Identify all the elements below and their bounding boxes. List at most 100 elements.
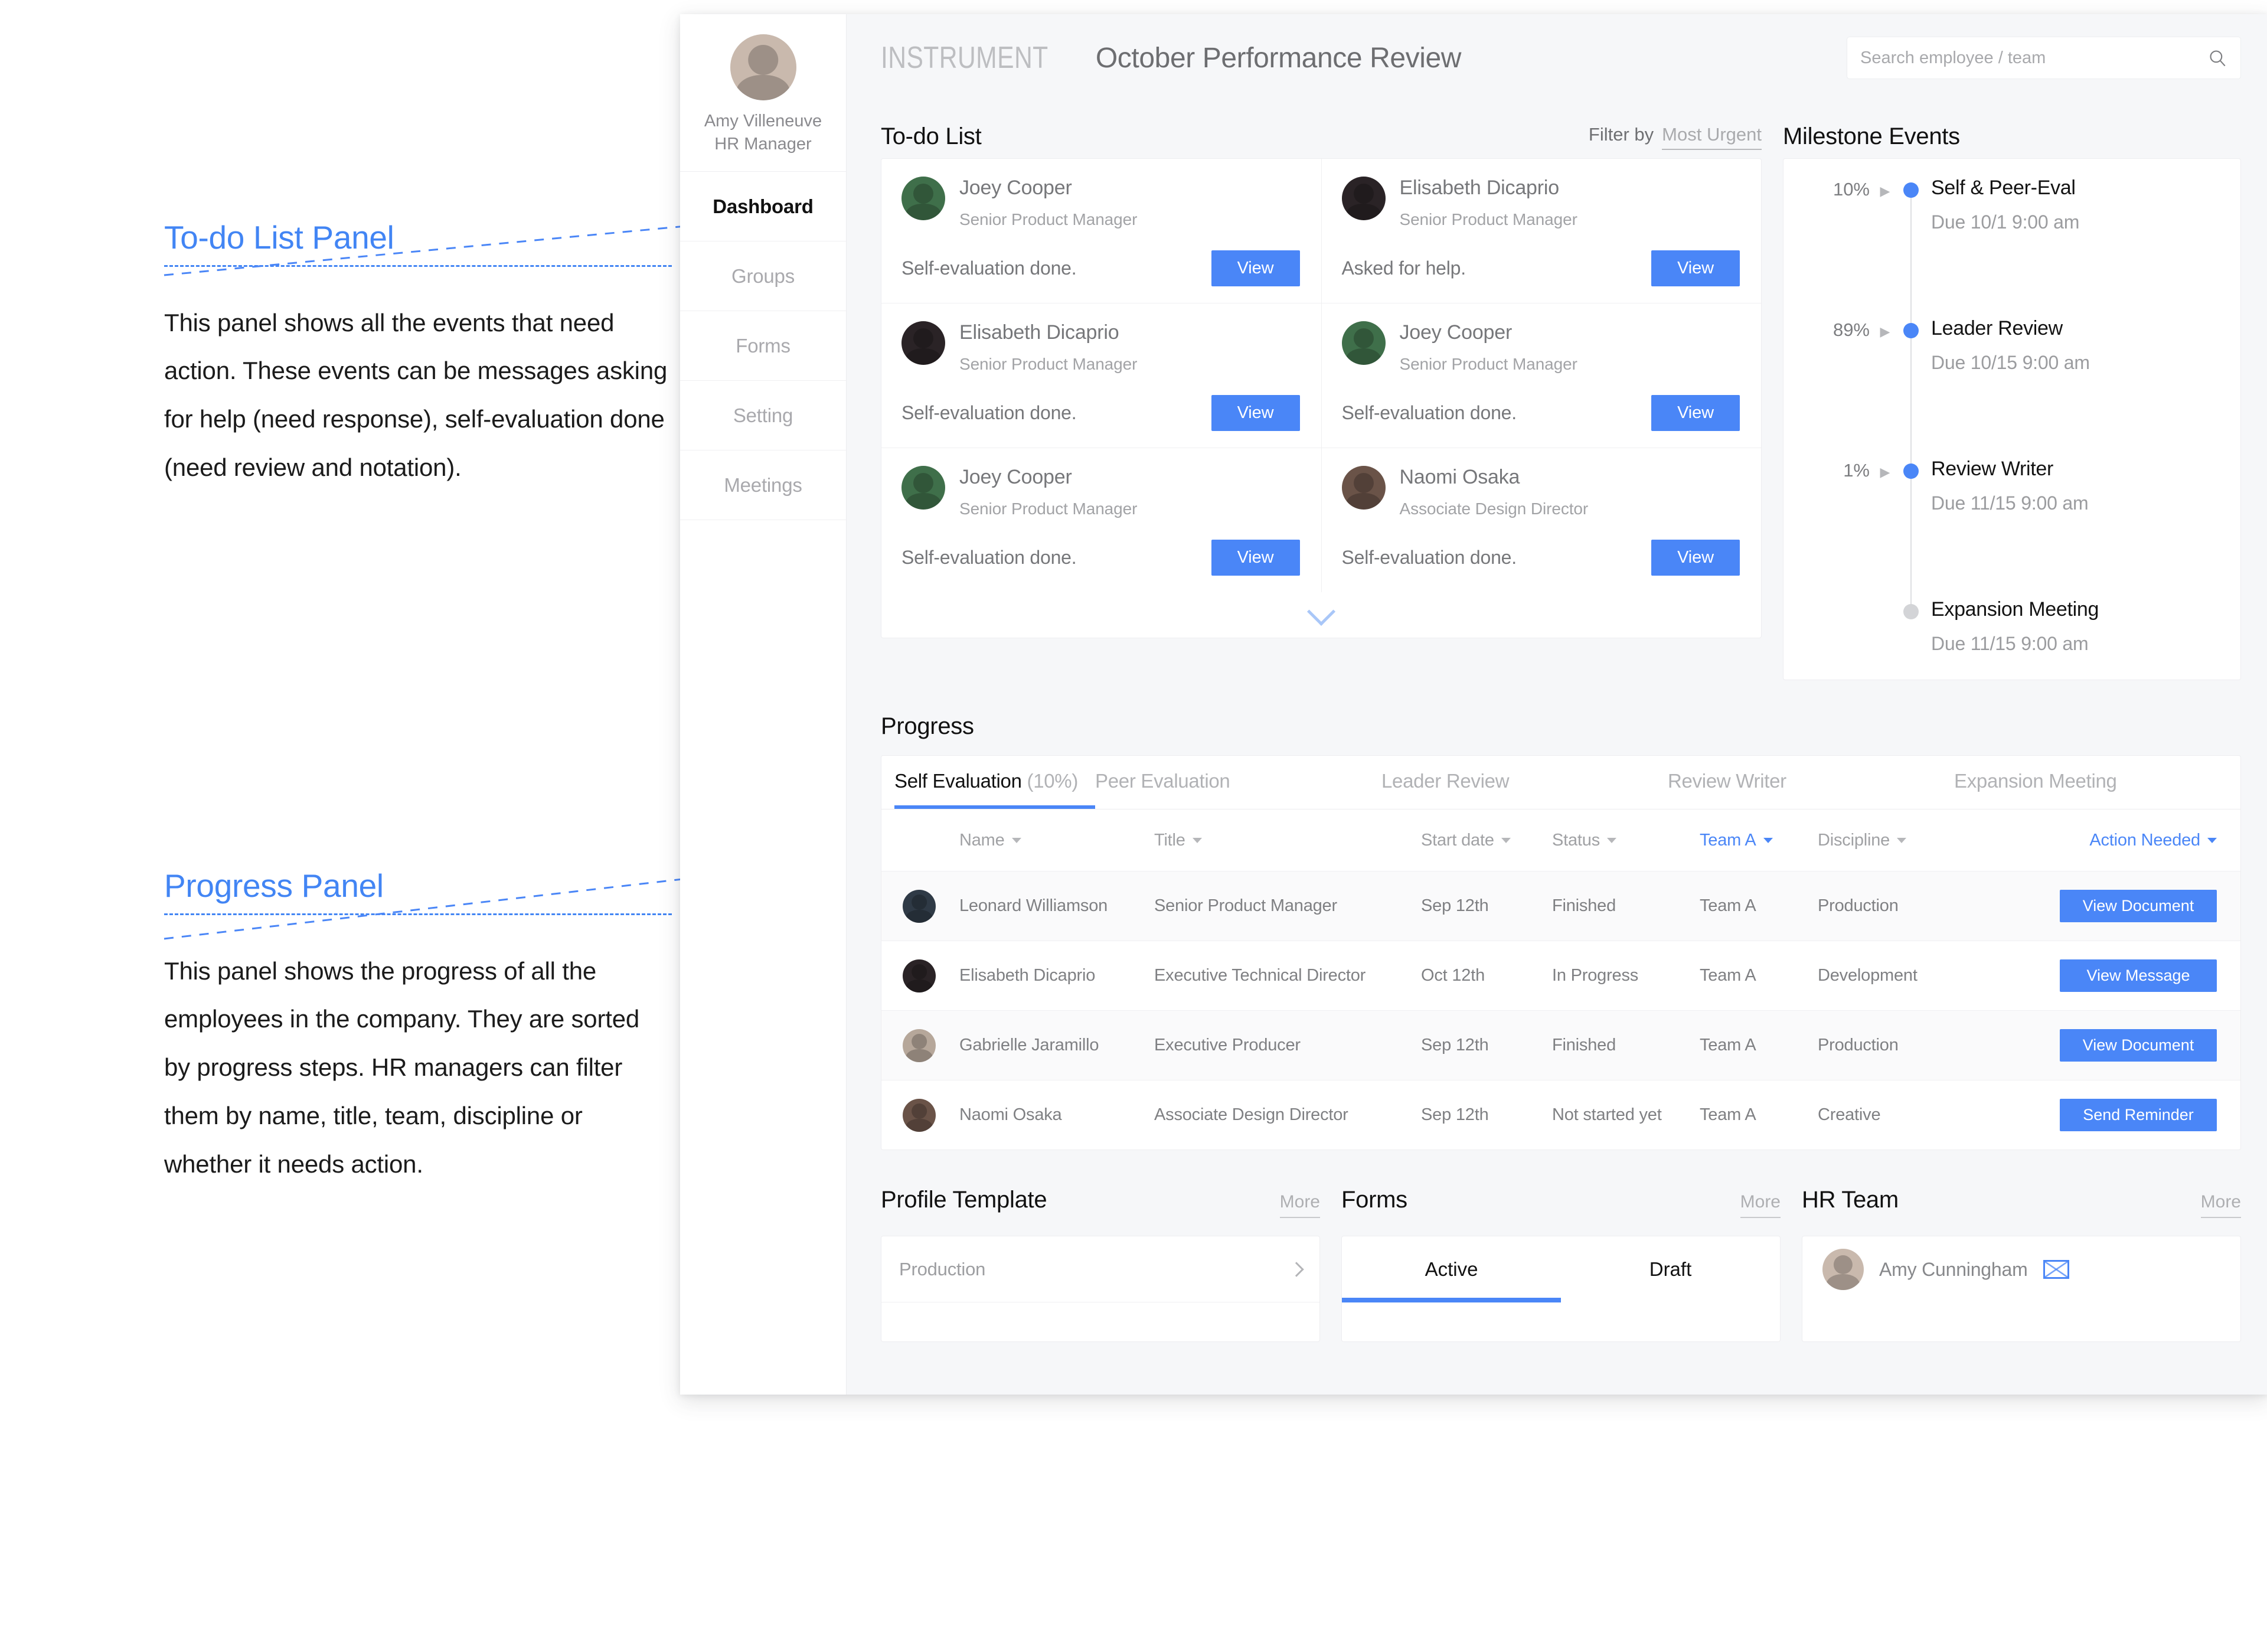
todo-filter[interactable]: Filter by Most Urgent <box>1589 124 1762 150</box>
column-header-status[interactable]: Status <box>1552 831 1700 850</box>
column-header-discipline[interactable]: Discipline <box>1818 831 1959 850</box>
cell-status: Not started yet <box>1552 1105 1662 1124</box>
sidebar-item-dashboard[interactable]: Dashboard <box>680 172 846 242</box>
todo-item[interactable]: Naomi Osaka Associate Design Director Se… <box>1322 448 1762 592</box>
cell-start-date: Oct 12th <box>1421 966 1485 985</box>
table-row[interactable]: Leonard Williamson Senior Product Manage… <box>881 871 2240 941</box>
more-link[interactable]: More <box>1279 1192 1320 1218</box>
search-icon[interactable] <box>2207 48 2227 68</box>
sidebar-item-label: Forms <box>736 334 790 357</box>
cell-start-date: Sep 12th <box>1421 1105 1489 1124</box>
tab-label: Expansion Meeting <box>1954 770 2117 792</box>
milestone-item[interactable]: Expansion Meeting Due 11/15 9:00 am <box>1800 598 2220 655</box>
envelope-icon[interactable] <box>2043 1260 2069 1279</box>
milestone-item[interactable]: 89% ▶ Leader Review Due 10/15 9:00 am <box>1800 317 2220 468</box>
profile-template-row[interactable]: Production <box>881 1236 1319 1302</box>
progress-tabs: Self Evaluation (10%) Peer Evaluation Le… <box>881 756 2240 809</box>
row-action-button[interactable]: Send Reminder <box>2060 1099 2217 1131</box>
tab-self-evaluation[interactable]: Self Evaluation (10%) <box>894 770 1095 809</box>
todo-item[interactable]: Joey Cooper Senior Product Manager Self-… <box>1321 303 1761 449</box>
view-button[interactable]: View <box>1211 250 1300 287</box>
avatar <box>901 321 945 365</box>
sidebar-profile[interactable]: Amy Villeneuve HR Manager <box>680 14 846 172</box>
annotation-title: Progress Panel <box>164 867 384 904</box>
tab-label: Review Writer <box>1668 770 1786 792</box>
todo-item[interactable]: Elisabeth Dicaprio Senior Product Manage… <box>881 303 1321 449</box>
search-input[interactable] <box>1860 48 2207 68</box>
column-label: Name <box>959 830 1005 850</box>
view-button[interactable]: View <box>1651 540 1740 576</box>
view-button[interactable]: View <box>1211 540 1300 576</box>
todo-item[interactable]: Joey Cooper Senior Product Manager Self-… <box>881 448 1321 592</box>
milestone-name: Self & Peer-Eval <box>1931 177 2076 199</box>
cell-title: Associate Design Director <box>1154 1105 1348 1124</box>
view-button[interactable]: View <box>1651 395 1740 432</box>
profile-template-label: Production <box>899 1258 986 1279</box>
play-arrow-icon: ▶ <box>1880 184 1890 198</box>
column-header-team[interactable]: Team A <box>1700 831 1818 850</box>
table-row[interactable]: Gabrielle Jaramillo Executive Producer S… <box>881 1010 2240 1080</box>
annotation-body: This panel shows the progress of all the… <box>164 956 640 1178</box>
avatar <box>901 177 945 220</box>
milestone-dot <box>1903 463 1919 479</box>
play-arrow-icon: ▶ <box>1880 465 1890 479</box>
sidebar-item-groups[interactable]: Groups <box>680 241 846 312</box>
cell-name: Naomi Osaka <box>959 1105 1062 1124</box>
more-link[interactable]: More <box>2200 1192 2241 1218</box>
cell-title: Senior Product Manager <box>1154 896 1337 915</box>
todo-person-role: Associate Design Director <box>1399 499 1589 518</box>
todo-item[interactable]: Joey Cooper Senior Product Manager Self-… <box>881 159 1321 304</box>
tab-review-writer[interactable]: Review Writer <box>1668 770 1954 809</box>
todo-person-role: Senior Product Manager <box>1399 210 1577 229</box>
todo-item[interactable]: Elisabeth Dicaprio Senior Product Manage… <box>1321 159 1761 304</box>
hr-team-card: Amy Cunningham <box>1802 1236 2241 1342</box>
column-header-name[interactable]: Name <box>959 831 1154 850</box>
cell-team: Team A <box>1700 966 1756 985</box>
chevron-down-icon[interactable] <box>1306 598 1336 626</box>
chevron-right-icon[interactable] <box>1289 1261 1304 1277</box>
todo-person-name: Elisabeth Dicaprio <box>959 321 1119 344</box>
todo-status: Self-evaluation done. <box>901 257 1077 279</box>
table-row[interactable]: Naomi Osaka Associate Design Director Se… <box>881 1080 2240 1150</box>
widget-title: Forms <box>1341 1187 1407 1213</box>
column-label: Start date <box>1421 830 1494 850</box>
avatar <box>1822 1249 1864 1290</box>
sidebar-item-forms[interactable]: Forms <box>680 311 846 381</box>
todo-column-left: Joey Cooper Senior Product Manager Self-… <box>881 159 1321 592</box>
sidebar-item-meetings[interactable]: Meetings <box>680 450 846 521</box>
search-box[interactable] <box>1847 37 2241 79</box>
milestone-dot <box>1903 604 1919 619</box>
todo-title: To-do List <box>881 123 982 149</box>
cell-discipline: Production <box>1818 896 1899 915</box>
tab-peer-evaluation[interactable]: Peer Evaluation <box>1095 770 1381 809</box>
column-header-action-needed[interactable]: Action Needed <box>2089 831 2217 850</box>
milestone-due: Due 10/1 9:00 am <box>1931 211 2080 233</box>
table-row[interactable]: Elisabeth Dicaprio Executive Technical D… <box>881 941 2240 1010</box>
tab-active-forms[interactable]: Active <box>1342 1236 1561 1302</box>
tab-leader-review[interactable]: Leader Review <box>1381 770 1668 809</box>
row-action-button[interactable]: View Document <box>2060 1029 2217 1062</box>
column-header-title[interactable]: Title <box>1154 831 1421 850</box>
avatar <box>903 889 936 923</box>
todo-list-panel: To-do List Filter by Most Urgent Joey Co… <box>881 102 1762 680</box>
page-title: October Performance Review <box>1095 42 1462 74</box>
sidebar-item-setting[interactable]: Setting <box>680 381 846 451</box>
todo-expand-button[interactable] <box>881 592 1761 638</box>
view-button[interactable]: View <box>1211 395 1300 432</box>
milestone-item[interactable]: 1% ▶ Review Writer Due 11/15 9:00 am <box>1800 458 2220 609</box>
tab-draft-forms[interactable]: Draft <box>1561 1236 1780 1302</box>
row-action-button[interactable]: View Message <box>2060 959 2217 992</box>
tab-label: Self Evaluation <box>894 770 1022 792</box>
avatar <box>1341 177 1386 220</box>
todo-person-name: Joey Cooper <box>959 466 1072 489</box>
milestone-item[interactable]: 10% ▶ Self & Peer-Eval Due 10/1 9:00 am <box>1800 177 2220 328</box>
todo-status: Self-evaluation done. <box>901 402 1077 424</box>
tab-expansion-meeting[interactable]: Expansion Meeting <box>1954 770 2240 809</box>
hr-team-member[interactable]: Amy Cunningham <box>1802 1236 2240 1302</box>
view-button[interactable]: View <box>1651 250 1740 287</box>
more-link[interactable]: More <box>1740 1192 1781 1218</box>
row-action-button[interactable]: View Document <box>2060 890 2217 922</box>
column-header-start-date[interactable]: Start date <box>1421 831 1552 850</box>
filter-value[interactable]: Most Urgent <box>1662 124 1762 150</box>
todo-status: Self-evaluation done. <box>1341 547 1517 569</box>
